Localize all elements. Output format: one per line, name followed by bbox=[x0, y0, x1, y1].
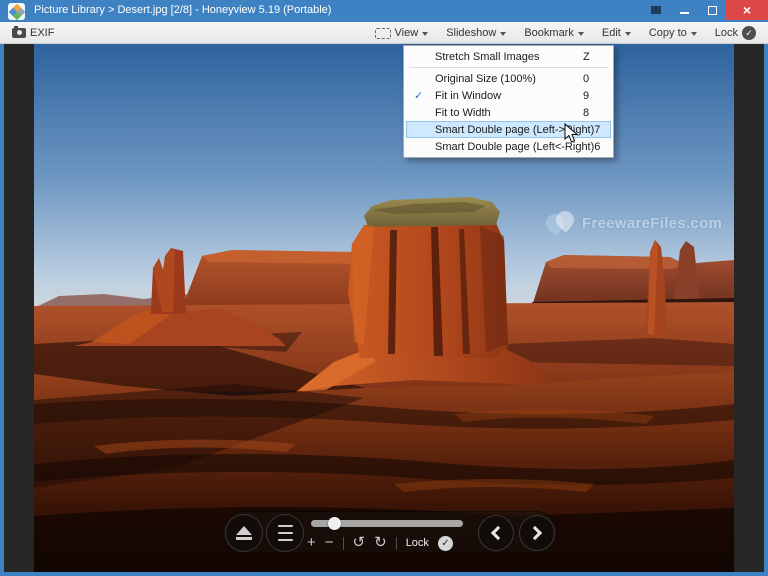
viewer-canvas: FreewareFiles.com + − ↺ ↻ Lock ✓ bbox=[4, 44, 764, 572]
chevron-left-icon bbox=[491, 526, 505, 540]
app-window: Picture Library > Desert.jpg [2/8] - Hon… bbox=[0, 0, 768, 576]
menu-button[interactable] bbox=[266, 514, 304, 552]
rotate-ccw-button[interactable]: ↺ bbox=[353, 534, 366, 552]
window-title: Picture Library > Desert.jpg [2/8] - Hon… bbox=[34, 4, 331, 16]
lock-label: Lock bbox=[715, 27, 738, 39]
bottom-control-bar: + − ↺ ↻ Lock ✓ bbox=[222, 511, 558, 554]
slideshow-button[interactable]: Slideshow bbox=[440, 22, 512, 44]
lock-toggle[interactable]: Lock ✓ bbox=[709, 22, 762, 44]
menu-item-fit-to-width[interactable]: ✓ Fit to Width 8 bbox=[406, 104, 611, 121]
edit-label: Edit bbox=[602, 27, 621, 39]
exif-label: EXIF bbox=[30, 27, 54, 39]
next-image-button[interactable] bbox=[519, 515, 555, 551]
fullscreen-icon bbox=[651, 6, 661, 14]
chevron-down-icon bbox=[422, 32, 428, 36]
chevron-down-icon bbox=[691, 32, 697, 36]
close-button[interactable]: × bbox=[726, 0, 768, 20]
chevron-down-icon bbox=[578, 32, 584, 36]
photo-desert-monument-valley bbox=[34, 44, 734, 572]
menu-separator bbox=[409, 67, 608, 68]
divider bbox=[343, 537, 344, 550]
fullscreen-button[interactable] bbox=[642, 0, 670, 20]
honeyview-logo-icon bbox=[8, 3, 25, 20]
chevron-right-icon bbox=[528, 526, 542, 540]
check-circle-icon: ✓ bbox=[742, 26, 756, 40]
minimize-icon bbox=[680, 12, 689, 14]
lock-check-icon[interactable]: ✓ bbox=[438, 536, 453, 551]
close-icon: × bbox=[743, 3, 751, 17]
bookmark-button[interactable]: Bookmark bbox=[518, 22, 590, 44]
zoom-in-button[interactable]: + bbox=[307, 534, 316, 552]
menu-item-fit-in-window[interactable]: ✓ Fit in Window 9 bbox=[406, 87, 611, 104]
position-slider[interactable] bbox=[311, 520, 463, 527]
maximize-button[interactable] bbox=[698, 0, 726, 20]
maximize-icon bbox=[708, 6, 717, 15]
menu-item-smart-double-page-rtl[interactable]: ✓ Smart Double page (Left<-Right) 6 bbox=[406, 138, 611, 155]
edit-button[interactable]: Edit bbox=[596, 22, 637, 44]
previous-image-button[interactable] bbox=[478, 515, 514, 551]
slider-knob[interactable] bbox=[328, 517, 341, 530]
chevron-down-icon bbox=[625, 32, 631, 36]
view-button[interactable]: View bbox=[369, 22, 435, 44]
exif-button[interactable]: EXIF bbox=[6, 22, 60, 44]
menu-item-smart-double-page-ltr[interactable]: ✓ Smart Double page (Left->Right) 7 bbox=[406, 121, 611, 138]
open-file-button[interactable] bbox=[225, 514, 263, 552]
titlebar: Picture Library > Desert.jpg [2/8] - Hon… bbox=[0, 0, 768, 22]
lock-label: Lock bbox=[406, 537, 429, 549]
menu-item-stretch-small-images[interactable]: ✓ Stretch Small Images Z bbox=[406, 48, 611, 65]
eject-icon bbox=[236, 526, 252, 535]
fit-window-icon bbox=[375, 28, 391, 39]
copy-to-label: Copy to bbox=[649, 27, 687, 39]
view-menu: ✓ Stretch Small Images Z ✓ Original Size… bbox=[403, 45, 614, 158]
copy-to-button[interactable]: Copy to bbox=[643, 22, 703, 44]
camera-icon bbox=[12, 28, 26, 38]
minimize-button[interactable] bbox=[670, 0, 698, 20]
divider bbox=[396, 537, 397, 550]
chevron-down-icon bbox=[500, 32, 506, 36]
toolbar: EXIF View Slideshow Bookmark Edit Copy t… bbox=[0, 22, 768, 44]
rotate-cw-button[interactable]: ↻ bbox=[374, 534, 387, 552]
check-icon: ✓ bbox=[414, 89, 423, 102]
zoom-out-button[interactable]: − bbox=[325, 534, 334, 552]
view-label: View bbox=[395, 27, 419, 39]
bookmark-label: Bookmark bbox=[524, 27, 574, 39]
menu-item-original-size[interactable]: ✓ Original Size (100%) 0 bbox=[406, 70, 611, 87]
slideshow-label: Slideshow bbox=[446, 27, 496, 39]
